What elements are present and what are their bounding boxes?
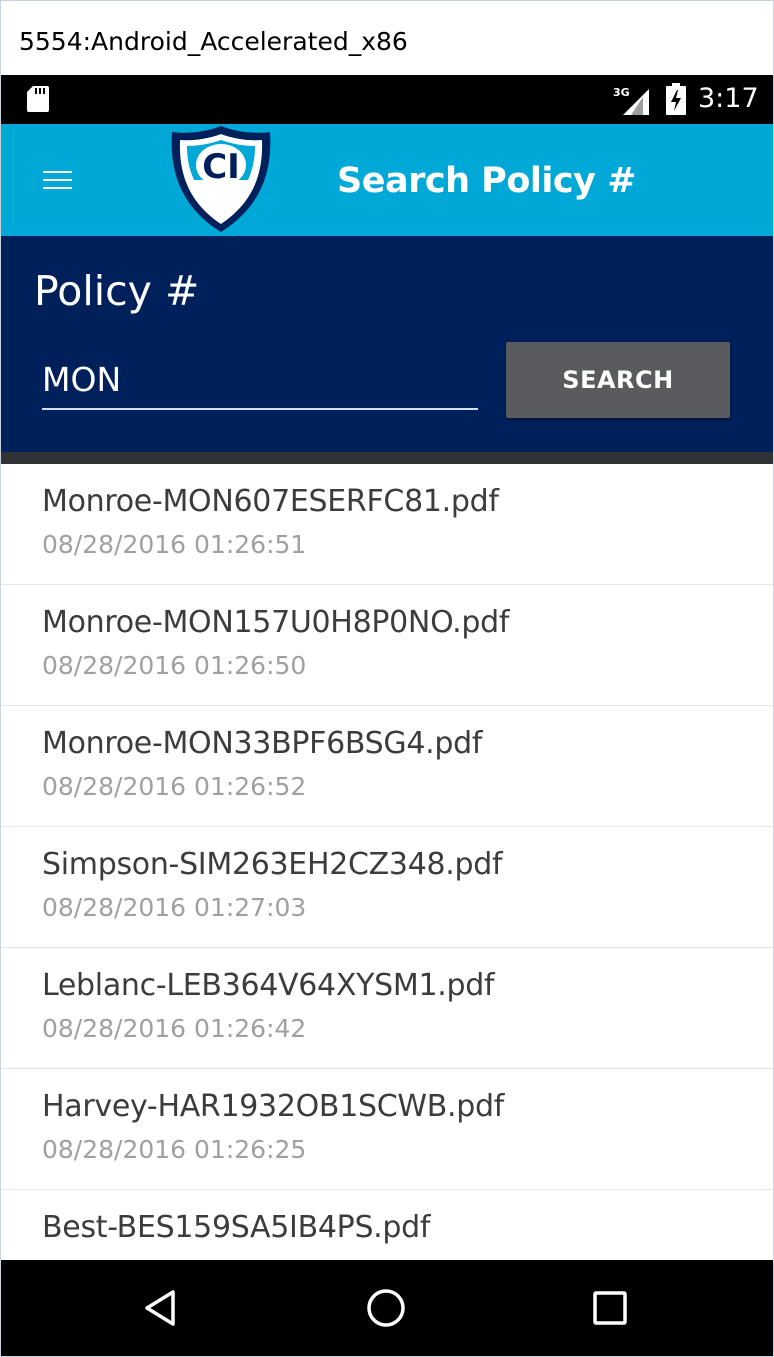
window-title-bar: 5554:Android_Accelerated_x86	[1, 1, 773, 75]
result-filename: Monroe-MON157U0H8P0NO.pdf	[42, 605, 510, 640]
result-filename: Monroe-MON33BPF6BSG4.pdf	[42, 726, 483, 761]
sd-card-icon	[27, 86, 49, 112]
result-timestamp: 08/28/2016 01:27:03	[42, 893, 307, 922]
result-timestamp: 08/28/2016 01:26:51	[42, 530, 307, 559]
page-title: Search Policy #	[337, 161, 636, 201]
company-logo: CI	[171, 126, 271, 232]
search-panel: Policy # SEARCH	[1, 236, 773, 452]
list-item[interactable]: Monroe-MON607ESERFC81.pdf 08/28/2016 01:…	[1, 464, 773, 585]
status-bar: 3G 3:17	[1, 75, 773, 124]
hamburger-menu-icon[interactable]	[43, 168, 72, 192]
network-type-label: 3G	[613, 86, 630, 99]
logo-text: CI	[202, 147, 240, 187]
result-filename: Simpson-SIM263EH2CZ348.pdf	[42, 847, 503, 882]
status-clock: 3:17	[698, 83, 759, 114]
back-icon[interactable]	[139, 1286, 183, 1330]
list-item[interactable]: Monroe-MON33BPF6BSG4.pdf 08/28/2016 01:2…	[1, 706, 773, 827]
result-filename: Monroe-MON607ESERFC81.pdf	[42, 484, 499, 519]
list-item[interactable]: Harvey-HAR1932OB1SCWB.pdf 08/28/2016 01:…	[1, 1069, 773, 1190]
result-timestamp: 08/28/2016 01:26:25	[42, 1135, 307, 1164]
app-bar: CI Search Policy #	[1, 124, 773, 236]
policy-number-input[interactable]	[42, 350, 478, 410]
result-timestamp: 08/28/2016 01:26:52	[42, 772, 307, 801]
search-button[interactable]: SEARCH	[506, 342, 730, 418]
list-item[interactable]: Simpson-SIM263EH2CZ348.pdf 08/28/2016 01…	[1, 827, 773, 948]
signal-3g-icon: 3G	[613, 86, 649, 115]
navigation-bar	[1, 1260, 773, 1356]
window-title: 5554:Android_Accelerated_x86	[19, 27, 408, 56]
result-timestamp: 08/28/2016 01:26:42	[42, 1014, 307, 1043]
result-filename: Leblanc-LEB364V64XYSM1.pdf	[42, 968, 495, 1003]
result-filename: Harvey-HAR1932OB1SCWB.pdf	[42, 1089, 505, 1124]
result-timestamp: 08/28/2016 01:26:50	[42, 651, 307, 680]
policy-number-label: Policy #	[34, 267, 200, 315]
result-filename: Best-BES159SA5IB4PS.pdf	[42, 1210, 431, 1245]
battery-charging-icon	[666, 83, 686, 115]
panel-divider	[1, 452, 773, 464]
list-item[interactable]: Leblanc-LEB364V64XYSM1.pdf 08/28/2016 01…	[1, 948, 773, 1069]
home-icon[interactable]	[364, 1286, 408, 1330]
emulator-frame: 5554:Android_Accelerated_x86 3G 3:17 CI …	[0, 0, 774, 1357]
list-item[interactable]: Monroe-MON157U0H8P0NO.pdf 08/28/2016 01:…	[1, 585, 773, 706]
results-list[interactable]: Monroe-MON607ESERFC81.pdf 08/28/2016 01:…	[1, 464, 773, 1260]
recents-icon[interactable]	[588, 1286, 632, 1330]
list-item[interactable]: Best-BES159SA5IB4PS.pdf	[1, 1190, 773, 1260]
